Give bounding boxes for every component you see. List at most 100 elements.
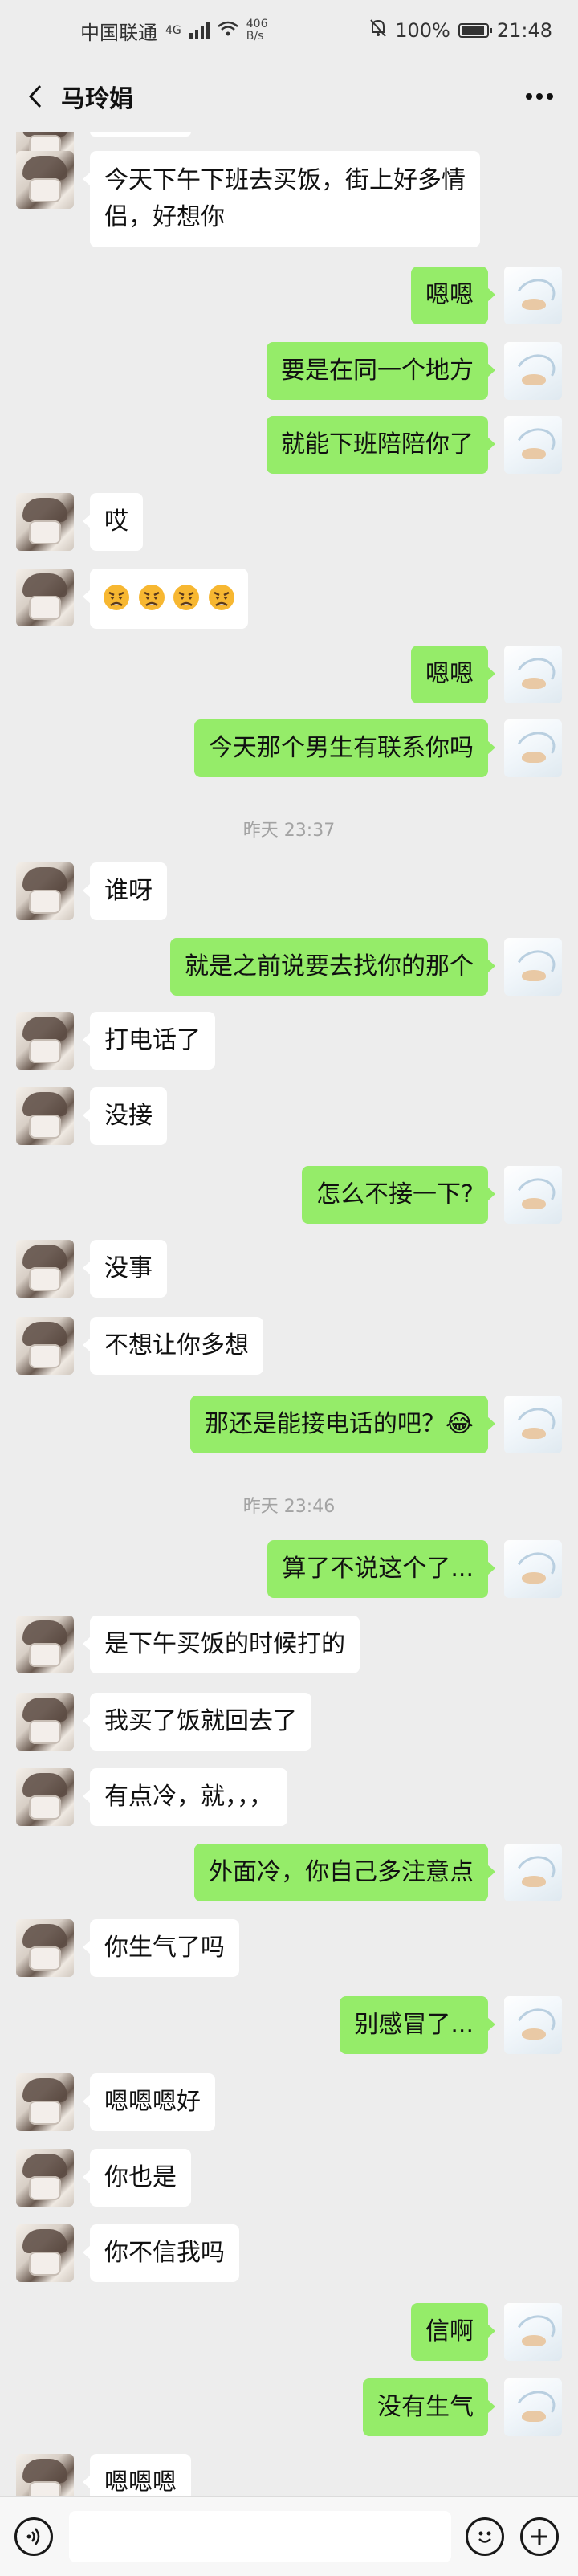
message-row: 嗯嗯 [0, 646, 578, 703]
my-avatar[interactable] [504, 2378, 562, 2436]
battery-icon [458, 23, 492, 38]
contact-avatar[interactable] [16, 493, 74, 551]
message-row: 算了不说这个了... [0, 1540, 578, 1598]
received-message[interactable]: 嗯嗯嗯 [83, 2454, 191, 2496]
sent-message[interactable]: 就能下班陪陪你了 [267, 416, 495, 474]
chat-message-list[interactable]: 今天下午下班去买饭，街上好多情侣，好想你 嗯嗯 要是在同一个地方 就能下班陪陪你… [0, 132, 578, 2496]
sent-message[interactable]: 怎么不接一下? [302, 1166, 495, 1224]
signal-icon [189, 22, 210, 39]
my-avatar[interactable] [504, 267, 562, 324]
contact-avatar[interactable] [16, 1768, 74, 1826]
battery-percent: 100% [395, 19, 450, 42]
more-functions-plus-icon[interactable] [520, 2517, 559, 2556]
message-row: 没事 [0, 1240, 578, 1298]
contact-avatar[interactable] [16, 569, 74, 626]
speed-value: 406 [246, 18, 268, 31]
received-message[interactable]: 是下午买饭的时候打的 [83, 1616, 360, 1673]
my-avatar[interactable] [504, 938, 562, 996]
message-row: 嗯嗯嗯 [0, 2454, 578, 2496]
message-row: 是下午买饭的时候打的 [0, 1616, 578, 1673]
message-input[interactable] [69, 2511, 451, 2562]
received-message[interactable]: 打电话了 [83, 1012, 215, 1070]
contact-avatar[interactable] [16, 151, 74, 209]
contact-avatar[interactable] [16, 2454, 74, 2496]
message-row: 怎么不接一下? [0, 1166, 578, 1224]
contact-avatar[interactable] [16, 1087, 74, 1145]
received-message[interactable]: 你不信我吗 [83, 2224, 239, 2282]
contact-avatar[interactable] [16, 2073, 74, 2131]
more-options-icon[interactable] [520, 80, 559, 112]
clock: 21:48 [496, 19, 552, 42]
received-message[interactable]: 今天下午下班去买饭，街上好多情侣，好想你 [83, 151, 480, 247]
contact-avatar[interactable] [16, 1240, 74, 1298]
message-row: 那还是能接电话的吧？😂 [0, 1396, 578, 1453]
chat-title: 马玲娟 [61, 85, 133, 113]
sent-message[interactable]: 那还是能接电话的吧？😂 [189, 1396, 496, 1453]
received-message[interactable]: 没事 [83, 1240, 167, 1298]
sent-message[interactable]: 要是在同一个地方 [267, 342, 495, 400]
contact-avatar[interactable] [16, 1616, 74, 1673]
emoji-picker-icon[interactable] [466, 2517, 504, 2556]
my-avatar[interactable] [504, 1540, 562, 1598]
angry-face-emoji [138, 585, 165, 613]
received-message[interactable]: 嗯嗯嗯好 [83, 2073, 215, 2131]
message-row: 有点冷，就，，， [0, 1768, 578, 1826]
status-right: 100% 21:48 [369, 18, 552, 43]
contact-avatar[interactable] [16, 1317, 74, 1375]
timestamp: 昨天 23:37 [242, 821, 336, 841]
my-avatar[interactable] [504, 1996, 562, 2054]
my-avatar[interactable] [504, 342, 562, 400]
received-emoji-message[interactable]: 😡😡😡😡 [83, 569, 248, 629]
contact-avatar[interactable] [16, 862, 74, 920]
contact-avatar[interactable] [16, 1919, 74, 1977]
my-avatar[interactable] [504, 719, 562, 777]
voice-input-icon[interactable] [14, 2517, 53, 2556]
mute-bell-icon [369, 18, 387, 43]
contact-avatar[interactable] [16, 2224, 74, 2282]
my-avatar[interactable] [504, 1166, 562, 1224]
partial-message-bubble [90, 132, 191, 137]
status-left: 中国联通 4G 406 B/s [80, 17, 268, 45]
received-message[interactable]: 有点冷，就，，， [83, 1768, 287, 1826]
message-row: 没接 [0, 1087, 578, 1145]
angry-face-emoji [208, 585, 235, 613]
received-message[interactable]: 哎 [83, 493, 143, 551]
sent-message[interactable]: 算了不说这个了... [267, 1540, 495, 1598]
contact-avatar[interactable] [16, 1012, 74, 1070]
received-message[interactable]: 我买了饭就回去了 [83, 1693, 311, 1751]
message-row: 你不信我吗 [0, 2224, 578, 2282]
timestamp: 昨天 23:46 [242, 1497, 336, 1517]
my-avatar[interactable] [504, 1396, 562, 1453]
sent-message[interactable]: 信啊 [411, 2303, 495, 2361]
message-row: 没有生气 [0, 2378, 578, 2436]
speed-unit: B/s [246, 30, 264, 43]
received-message[interactable]: 你也是 [83, 2149, 191, 2207]
sent-message[interactable]: 没有生气 [363, 2378, 495, 2436]
message-row: 外面冷，你自己多注意点 [0, 1844, 578, 1901]
received-message[interactable]: 你生气了吗 [83, 1919, 239, 1977]
carrier-name: 中国联通 [80, 21, 157, 44]
sent-message[interactable]: 外面冷，你自己多注意点 [194, 1844, 495, 1901]
my-avatar[interactable] [504, 1844, 562, 1901]
sent-message[interactable]: 别感冒了... [340, 1996, 495, 2054]
chat-header: 马玲娟 [0, 61, 578, 132]
received-message[interactable]: 谁呀 [83, 862, 167, 920]
received-message[interactable]: 没接 [83, 1087, 167, 1145]
sent-message[interactable]: 嗯嗯 [411, 267, 495, 324]
contact-avatar[interactable] [16, 1693, 74, 1751]
contact-avatar[interactable] [16, 2149, 74, 2207]
my-avatar[interactable] [504, 2303, 562, 2361]
message-row: 今天下午下班去买饭，街上好多情侣，好想你 [0, 151, 578, 247]
message-row: 要是在同一个地方 [0, 342, 578, 400]
sent-message[interactable]: 就是之前说要去找你的那个 [170, 938, 495, 996]
my-avatar[interactable] [504, 646, 562, 703]
message-row: 哎 [0, 493, 578, 551]
message-row: 今天那个男生有联系你吗 [0, 719, 578, 777]
my-avatar[interactable] [504, 416, 562, 474]
received-message[interactable]: 不想让你多想 [83, 1317, 263, 1375]
network-type: 4G [165, 24, 181, 37]
sent-message[interactable]: 嗯嗯 [411, 646, 495, 703]
message-row: 你生气了吗 [0, 1919, 578, 1977]
back-arrow-icon[interactable] [19, 80, 51, 112]
sent-message[interactable]: 今天那个男生有联系你吗 [194, 719, 495, 777]
